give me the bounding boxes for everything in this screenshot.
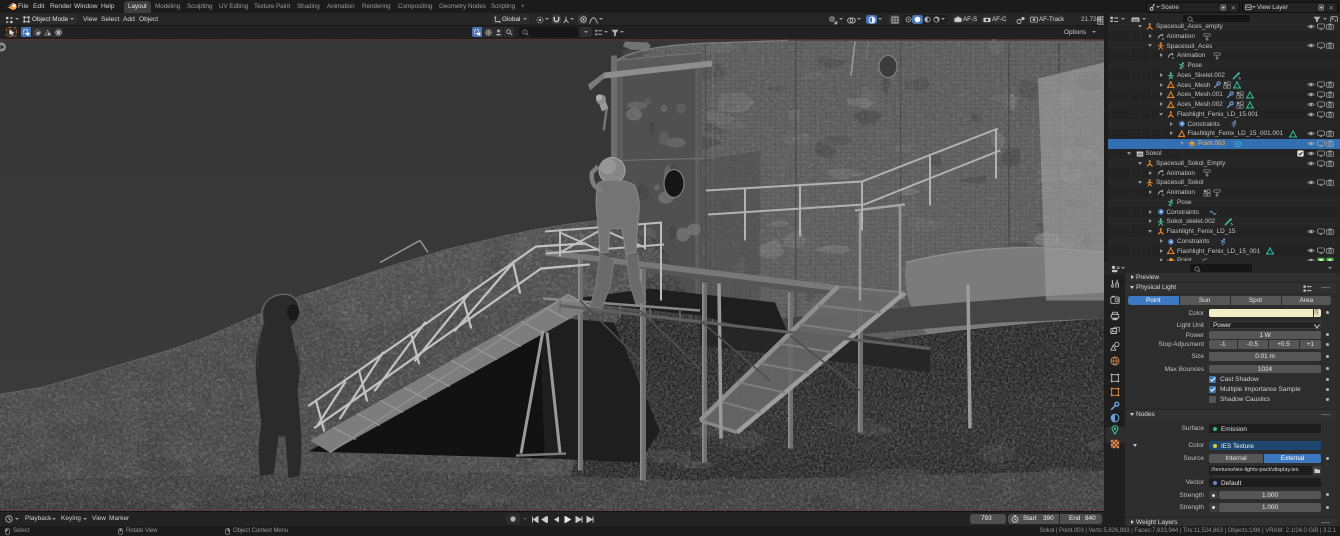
svg-text:54: 54: [1231, 223, 1234, 226]
svg-text:54: 54: [1238, 76, 1241, 79]
